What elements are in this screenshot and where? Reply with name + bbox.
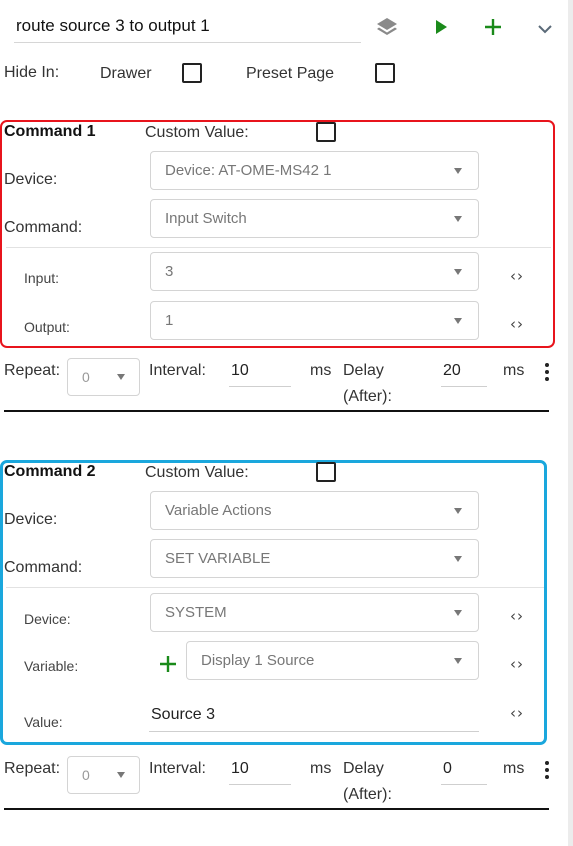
command-1-custom-value-checkbox[interactable] (316, 122, 336, 142)
command-1-more-icon[interactable] (545, 363, 549, 381)
command-2-add-variable-icon[interactable] (158, 654, 178, 679)
drawer-checkbox[interactable] (182, 63, 202, 83)
command-1-repeat-value: 0 (82, 369, 90, 385)
command-1-device-label: Device: (4, 171, 58, 188)
command-2-interval-unit: ms (310, 760, 332, 777)
command-2-repeat-select[interactable]: 0 (67, 756, 140, 794)
command-2-param-device-code-icon[interactable]: ‹› (510, 607, 524, 625)
caret-down-icon (454, 657, 462, 664)
command-1-device-value: Device: AT-OME-MS42 1 (165, 162, 332, 179)
command-2-repeat-label: Repeat: (4, 760, 61, 777)
command-2-value-input[interactable]: Source 3 (149, 706, 479, 732)
title-input[interactable]: route source 3 to output 1 (14, 14, 361, 43)
command-2-delay-input[interactable]: 0 (441, 760, 487, 785)
layers-icon[interactable] (374, 14, 400, 40)
command-2-interval-input[interactable]: 10 (229, 760, 291, 785)
command-1-interval-input[interactable]: 10 (229, 362, 291, 387)
command-2-interval-label: Interval: (149, 760, 206, 777)
command-1-output-select[interactable]: 1 (150, 301, 479, 340)
command-2-device-label: Device: (4, 511, 58, 528)
command-1-interval-label: Interval: (149, 362, 206, 379)
caret-down-icon (117, 374, 125, 380)
caret-down-icon (454, 317, 462, 324)
command-1-input-label: Input: (24, 270, 60, 286)
command-1-interval-unit: ms (310, 362, 332, 379)
command-1-command-label: Command: (4, 219, 83, 236)
command-1-input-value: 3 (165, 263, 174, 280)
command-1-input-code-icon[interactable]: ‹› (510, 267, 524, 285)
command-2-variable-select[interactable]: Display 1 Source (186, 641, 479, 680)
preset-page-checkbox[interactable] (375, 63, 395, 83)
command-2-delay-label: Delay (343, 760, 384, 777)
command-2-custom-value-label: Custom Value: (145, 464, 249, 481)
command-2-command-select[interactable]: SET VARIABLE (150, 539, 479, 578)
caret-down-icon (454, 609, 462, 616)
command-1-separator (4, 410, 549, 412)
command-2-divider (6, 587, 544, 588)
command-2-value-code-icon[interactable]: ‹› (510, 704, 524, 722)
command-2-delay-after-label: (After): (343, 786, 392, 803)
command-1-delay-input[interactable]: 20 (441, 362, 487, 387)
command-2-device-value: Variable Actions (165, 502, 272, 519)
play-icon[interactable] (428, 14, 454, 40)
command-2-variable-code-icon[interactable]: ‹› (510, 655, 524, 673)
command-2-separator (4, 808, 549, 810)
command-1-repeat-select[interactable]: 0 (67, 358, 140, 396)
command-2-value-label: Value: (24, 714, 63, 730)
command-2-more-icon[interactable] (545, 761, 549, 779)
command-1-repeat-label: Repeat: (4, 362, 61, 379)
command-1-command-value: Input Switch (165, 210, 247, 227)
command-2-param-device-value: SYSTEM (165, 604, 227, 621)
command-1-device-select[interactable]: Device: AT-OME-MS42 1 (150, 151, 479, 190)
caret-down-icon (454, 507, 462, 514)
command-2-custom-value-checkbox[interactable] (316, 462, 336, 482)
caret-down-icon (454, 167, 462, 174)
caret-down-icon (454, 215, 462, 222)
caret-down-icon (117, 772, 125, 778)
command-2-device-select[interactable]: Variable Actions (150, 491, 479, 530)
command-2-param-device-label: Device: (24, 611, 71, 627)
command-2-command-value: SET VARIABLE (165, 550, 271, 567)
caret-down-icon (454, 555, 462, 562)
command-1-delay-after-label: (After): (343, 388, 392, 405)
command-1-delay-label: Delay (343, 362, 384, 379)
command-1-command-select[interactable]: Input Switch (150, 199, 479, 238)
drawer-label: Drawer (100, 65, 152, 82)
command-2-command-label: Command: (4, 559, 83, 576)
chevron-down-icon[interactable] (532, 16, 558, 42)
command-2-variable-value: Display 1 Source (201, 652, 315, 669)
preset-page-label: Preset Page (246, 65, 335, 82)
command-1-input-select[interactable]: 3 (150, 252, 479, 291)
command-1-delay-unit: ms (503, 362, 525, 379)
command-1-divider (6, 247, 551, 248)
command-1-title: Command 1 (4, 123, 96, 140)
command-2-title: Command 2 (4, 463, 96, 480)
command-2-repeat-value: 0 (82, 767, 90, 783)
command-1-custom-value-label: Custom Value: (145, 124, 249, 141)
hide-in-label: Hide In: (4, 64, 60, 81)
command-1-output-code-icon[interactable]: ‹› (510, 315, 524, 333)
scrollbar-track[interactable] (568, 0, 573, 846)
command-2-param-device-select[interactable]: SYSTEM (150, 593, 479, 632)
plus-icon[interactable] (480, 14, 506, 40)
command-2-delay-unit: ms (503, 760, 525, 777)
caret-down-icon (454, 268, 462, 275)
command-2-variable-label: Variable: (24, 658, 79, 674)
command-1-output-label: Output: (24, 319, 70, 335)
command-1-output-value: 1 (165, 312, 174, 329)
